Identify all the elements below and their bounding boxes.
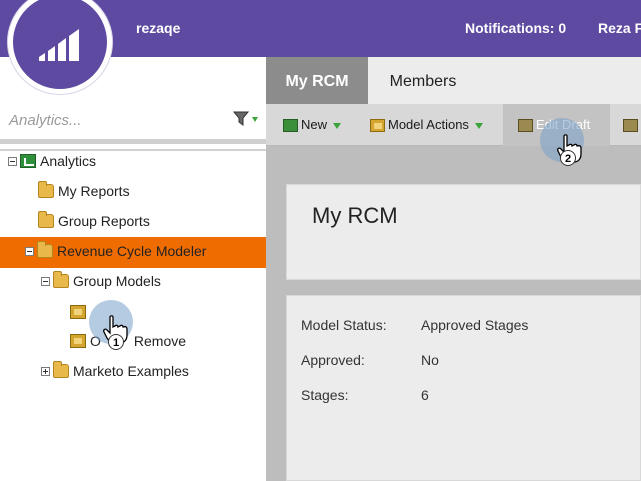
tab-members[interactable]: Members <box>378 57 468 104</box>
tree-item-marketo-examples[interactable]: Marketo Examples <box>41 355 189 385</box>
tree-item-my-reports[interactable]: My Reports <box>38 175 130 205</box>
model-icon <box>70 334 86 349</box>
approved-label: Approved: <box>301 352 365 368</box>
notifications-link[interactable]: Notifications: 0 <box>465 20 566 36</box>
new-button[interactable]: New <box>283 104 342 146</box>
page-title: My RCM <box>312 203 398 228</box>
tree-item-label: Analytics <box>40 153 97 170</box>
new-button-label: New <box>301 117 328 132</box>
tree-item-revenue-cycle-modeler[interactable]: Revenue Cycle Modeler <box>25 235 206 265</box>
panel-divider <box>0 139 266 144</box>
folder-icon <box>53 271 69 289</box>
stages-value: 6 <box>421 387 429 403</box>
username-label[interactable]: rezaqe <box>136 20 180 36</box>
collapse-icon[interactable] <box>41 276 50 286</box>
tree-search-input[interactable]: Analytics... <box>9 112 82 129</box>
folder-icon <box>38 181 54 199</box>
tab-my-rcm[interactable]: My RCM <box>266 57 368 104</box>
tree-item-label: My Reports <box>58 183 130 200</box>
analytics-icon <box>20 154 36 169</box>
model-status-value: Approved Stages <box>421 317 529 333</box>
user-menu[interactable]: Reza F <box>598 20 641 36</box>
approved-value: No <box>421 352 439 368</box>
model-status-label: Model Status: <box>301 317 387 333</box>
tree-item-label: Group Models <box>73 273 161 290</box>
dropdown-arrow-icon <box>333 122 342 129</box>
tree-item-group-reports[interactable]: Group Reports <box>38 205 150 235</box>
tree-item-label-part: Remove <box>133 333 187 350</box>
expand-icon[interactable] <box>41 366 50 376</box>
folder-icon <box>53 361 69 379</box>
step-badge-1: 1 <box>108 334 124 350</box>
stages-label: Stages: <box>301 387 349 403</box>
edit-draft-icon <box>518 119 533 133</box>
magnifier-icon <box>623 119 638 133</box>
collapse-icon[interactable] <box>8 156 17 166</box>
model-actions-button[interactable]: Model Actions <box>370 104 483 146</box>
tree-item-group-models[interactable]: Group Models <box>41 265 161 295</box>
filter-dropdown-icon[interactable] <box>232 110 260 128</box>
search-tool-button[interactable] <box>623 104 641 146</box>
model-actions-icon <box>370 119 385 133</box>
collapse-icon[interactable] <box>25 246 34 256</box>
title-card <box>286 184 641 280</box>
model-icon <box>70 305 86 320</box>
tree-item-label: Group Reports <box>58 213 150 230</box>
tree-item-label: Marketo Examples <box>73 363 189 380</box>
tree-item-label: Revenue Cycle Modeler <box>57 243 207 260</box>
tree-item-analytics[interactable]: Analytics <box>8 145 96 175</box>
folder-icon <box>37 241 53 259</box>
model-actions-label: Model Actions <box>388 117 469 132</box>
step-badge-2: 2 <box>560 150 576 166</box>
dropdown-arrow-icon <box>474 122 483 129</box>
marketo-logo-icon <box>39 29 79 61</box>
new-icon <box>283 119 298 133</box>
folder-icon <box>38 211 54 229</box>
